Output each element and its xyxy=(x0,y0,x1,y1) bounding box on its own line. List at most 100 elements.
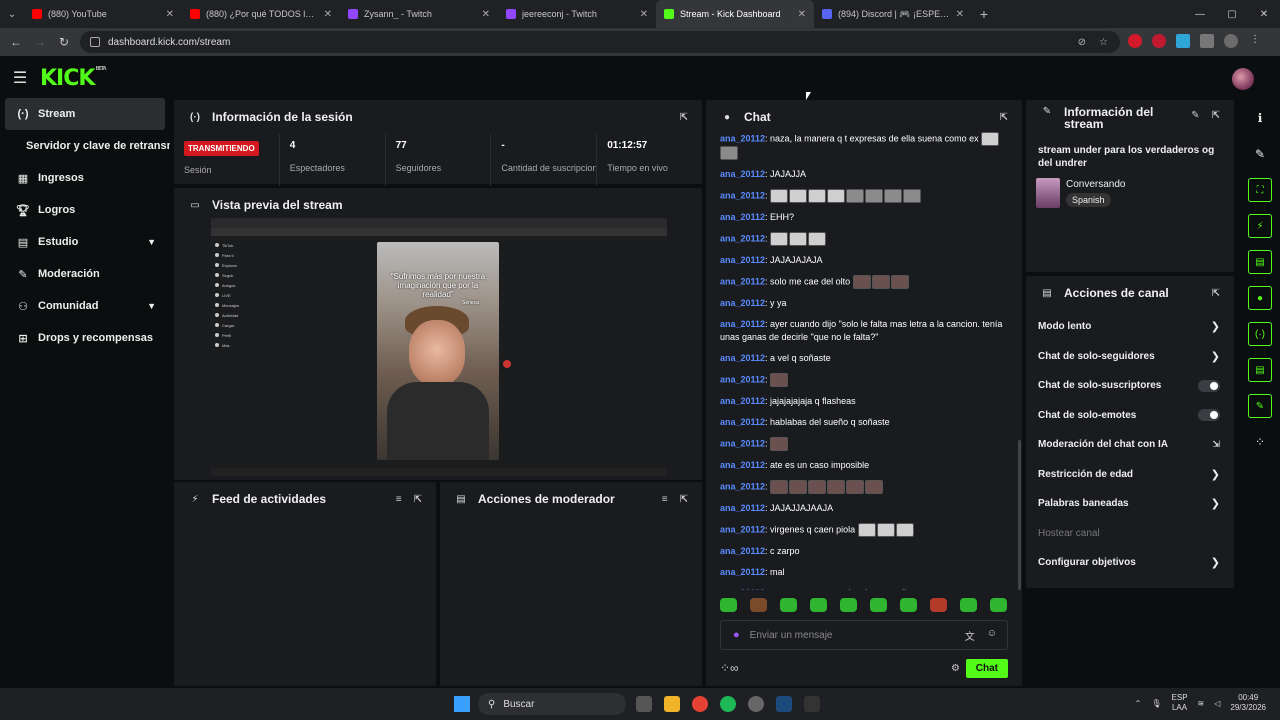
chat-username[interactable]: ana_20112 xyxy=(720,276,765,286)
sidebar-item[interactable]: 🏆︎ Logros xyxy=(0,194,170,226)
chat-message[interactable]: ana_20112: EHH? xyxy=(720,211,1008,224)
browser-tab[interactable]: (880) YouTube ✕ xyxy=(24,0,182,28)
eye-off-icon[interactable]: ⊘ xyxy=(1078,37,1086,48)
chat-message[interactable]: ana_20112: xyxy=(720,232,1008,246)
quick-emote-icon[interactable] xyxy=(780,598,797,612)
chat-username[interactable]: ana_20112 xyxy=(720,255,765,265)
chat-username[interactable]: ana_20112 xyxy=(720,546,765,556)
chat-message[interactable]: ana_20112: jajajajajaja q flasheas xyxy=(720,395,1008,408)
browser-tab[interactable]: (880) ¿Por qué TODOS los ARTÍ ✕ xyxy=(182,0,340,28)
sidebar-item[interactable]: ▦ Ingresos xyxy=(0,162,170,194)
popout-icon[interactable]: ⇱ xyxy=(414,494,422,505)
close-tab-icon[interactable]: ✕ xyxy=(956,9,964,20)
close-tab-icon[interactable]: ✕ xyxy=(166,9,174,20)
user-avatar[interactable] xyxy=(1232,68,1254,90)
translate-icon[interactable]: 文 xyxy=(965,628,975,643)
reload-icon[interactable]: ↻ xyxy=(52,35,76,49)
close-tab-icon[interactable]: ✕ xyxy=(798,9,806,20)
chat-message[interactable]: ana_20112: xyxy=(720,189,1008,203)
chat-message-list[interactable]: ana_20112: naza, la manera q t expresas … xyxy=(706,132,1022,590)
browser-tab[interactable]: (894) Discord | 🎮 ¡ESPERA 1 ✕ xyxy=(814,0,972,28)
close-window-icon[interactable]: ✕ xyxy=(1248,0,1280,28)
browser-tab[interactable]: Stream - Kick Dashboard ✕ xyxy=(656,0,814,28)
quick-emote-icon[interactable] xyxy=(930,598,947,612)
sidebar-item[interactable]: ⊞ Drops y recompensas xyxy=(0,322,170,354)
chat-message[interactable]: ana_20112: ate es un caso imposible xyxy=(720,459,1008,472)
chat-username[interactable]: ana_20112 xyxy=(720,190,765,200)
sidebar-item[interactable]: Servidor y clave de retransmisión xyxy=(0,130,170,162)
show-hidden-icons-icon[interactable]: ⌃ xyxy=(1135,699,1142,708)
chat-message[interactable]: ana_20112: virgenes q caen piola xyxy=(720,523,1008,537)
edit-pencil-icon[interactable]: ✎ xyxy=(1240,136,1280,172)
extension-icon[interactable] xyxy=(1128,34,1142,48)
maximize-icon[interactable]: ▢ xyxy=(1216,0,1248,28)
close-tab-icon[interactable]: ✕ xyxy=(640,9,648,20)
sidebar-item[interactable]: ✎ Moderación xyxy=(0,258,170,290)
chat-message[interactable]: ana_20112: JAJAJJAJAAJA xyxy=(720,502,1008,515)
chat-message[interactable]: ana_20112: JAJAJJA xyxy=(720,168,1008,181)
microphone-icon[interactable]: 🎙︎ xyxy=(1151,699,1161,708)
chat-username[interactable]: ana_20112 xyxy=(720,212,765,222)
chat-scrollbar[interactable] xyxy=(1018,440,1021,590)
minimize-icon[interactable]: — xyxy=(1184,0,1216,28)
site-info-icon[interactable] xyxy=(90,37,100,47)
close-tab-icon[interactable]: ✕ xyxy=(482,9,490,20)
extensions-puzzle-icon[interactable] xyxy=(1200,34,1214,48)
profile-icon[interactable] xyxy=(1224,34,1238,48)
chat-message-input[interactable]: ● Enviar un mensaje 文 ☺ xyxy=(720,620,1008,650)
forward-icon[interactable]: → xyxy=(28,35,52,49)
chat-username[interactable]: ana_20112 xyxy=(720,353,765,363)
quick-emote-icon[interactable] xyxy=(960,598,977,612)
edit-pencil-icon[interactable]: ✎ xyxy=(1191,110,1199,121)
chat-username[interactable]: ana_20112 xyxy=(720,233,765,243)
chat-message[interactable]: ana_20112: ayer cuando dijo "solo le fal… xyxy=(720,318,1008,344)
document-icon[interactable]: ▤ xyxy=(1248,250,1272,274)
browser-tab[interactable]: Zysann_ - Twitch ✕ xyxy=(340,0,498,28)
channel-action-item[interactable]: Configurar objetivos ❯ xyxy=(1026,548,1234,578)
chat-message[interactable]: ana_20112: solo me cae del olto xyxy=(720,275,1008,289)
toggle-switch[interactable] xyxy=(1198,379,1220,392)
quick-emote-icon[interactable] xyxy=(870,598,887,612)
chat-username[interactable]: ana_20112 xyxy=(720,503,765,513)
sidebar-item[interactable]: ⚇ Comunidad ▼ xyxy=(0,290,170,322)
stream-preview-video[interactable]: TikTok Para ti Explorar Seguir Amigos LIVE Men… xyxy=(211,218,667,476)
chat-message[interactable]: ana_20112: hablabas del sueño q soñaste xyxy=(720,416,1008,429)
chat-username[interactable]: ana_20112 xyxy=(720,133,765,143)
clock[interactable]: 00:49 29/3/2026 xyxy=(1230,693,1266,713)
popout-icon[interactable]: ⇱ xyxy=(680,494,688,505)
filter-icon[interactable]: ≡ xyxy=(662,494,668,505)
menu-dots-icon[interactable]: ⋮ xyxy=(1248,34,1262,48)
quick-emote-icon[interactable] xyxy=(840,598,857,612)
app-icon[interactable] xyxy=(748,696,764,712)
chat-message[interactable]: ana_20112: y ya xyxy=(720,297,1008,310)
hamburger-menu-icon[interactable]: ☰ xyxy=(0,68,40,88)
chat-username[interactable]: ana_20112 xyxy=(720,567,765,577)
broadcast-icon[interactable]: (·) xyxy=(1248,322,1272,346)
chat-message[interactable]: ana_20112: c zarpo xyxy=(720,545,1008,558)
wrench-icon[interactable]: ✎ xyxy=(1248,394,1272,418)
chat-username[interactable]: ana_20112 xyxy=(720,588,765,590)
chat-username[interactable]: ana_20112 xyxy=(720,374,765,384)
wifi-icon[interactable]: ≋ xyxy=(1198,699,1205,708)
bookmark-star-icon[interactable]: ☆ xyxy=(1099,37,1108,48)
chat-message[interactable]: ana_20112: JAJAJAJAJA xyxy=(720,254,1008,267)
emote-picker-icon[interactable]: ☺ xyxy=(987,628,997,643)
language-indicator[interactable]: ESP LAA xyxy=(1172,693,1188,713)
chat-message[interactable]: ana_20112: ate es ate, es una ciencia q … xyxy=(720,587,1008,590)
chat-message[interactable]: ana_20112: a vel q soñaste xyxy=(720,352,1008,365)
channel-action-item[interactable]: Modo lento ❯ xyxy=(1026,312,1234,342)
chat-message[interactable]: ana_20112: xyxy=(720,373,1008,387)
chat-username[interactable]: ana_20112 xyxy=(720,298,765,308)
sidebar-item[interactable]: ▤ Estudio ▼ xyxy=(0,226,170,258)
new-tab-button[interactable]: + xyxy=(972,6,996,22)
chrome-icon[interactable] xyxy=(692,696,708,712)
chat-message[interactable]: ana_20112: naza, la manera q t expresas … xyxy=(720,132,1008,160)
translate-icon[interactable] xyxy=(1176,34,1190,48)
quick-emote-icon[interactable] xyxy=(720,598,737,612)
channel-action-item[interactable]: Palabras baneadas ❯ xyxy=(1026,489,1234,519)
send-chat-button[interactable]: Chat xyxy=(965,658,1008,678)
bolt-icon[interactable]: ⚡ xyxy=(1248,214,1272,238)
epic-games-icon[interactable] xyxy=(804,696,820,712)
channel-actions-icon[interactable]: ▤ xyxy=(1248,358,1272,382)
popout-icon[interactable]: ⇱ xyxy=(680,112,688,123)
